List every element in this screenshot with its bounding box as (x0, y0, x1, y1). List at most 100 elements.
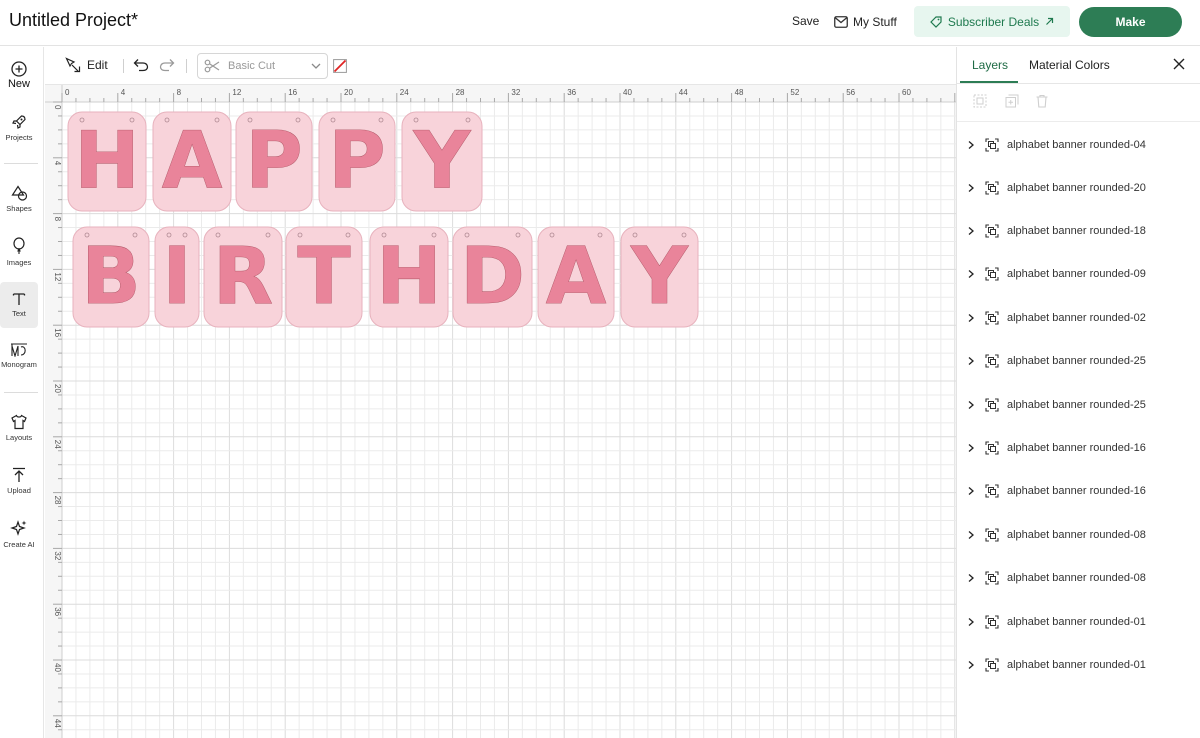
banner-letter[interactable]: I (154, 226, 200, 328)
tab-layers[interactable]: Layers (972, 58, 1008, 72)
sidebar-divider (4, 392, 38, 393)
ruler-label: 4 (121, 88, 126, 97)
sidebar-label-layouts: Layouts (5, 433, 33, 442)
banner-letter[interactable]: T (285, 226, 363, 328)
layer-name: alphabet banner rounded-16 (1007, 442, 1146, 454)
chevron-right-icon[interactable] (967, 140, 975, 150)
letter-glyph: I (162, 232, 191, 322)
letter-glyph: T (297, 232, 350, 322)
sidebar-label-shapes: Shapes (6, 204, 32, 213)
group-layers-icon[interactable] (973, 94, 987, 108)
layer-name: alphabet banner rounded-25 (1007, 399, 1146, 411)
ruler-label: 48 (735, 88, 744, 97)
envelope-icon (834, 16, 848, 28)
operation-select[interactable]: Basic Cut (197, 53, 328, 79)
chevron-right-icon[interactable] (967, 183, 975, 193)
tag-icon (929, 15, 942, 28)
tab-material-colors[interactable]: Material Colors (1029, 58, 1110, 72)
layer-row[interactable]: alphabet banner rounded-18 (957, 218, 1200, 244)
layer-row[interactable]: alphabet banner rounded-02 (957, 305, 1200, 331)
layer-name: alphabet banner rounded-08 (1007, 529, 1146, 541)
edit-button[interactable]: Edit (65, 57, 108, 73)
group-icon (985, 658, 999, 672)
sidebar-item-create-ai[interactable]: Create AI (0, 519, 38, 549)
my-stuff-button[interactable]: My Stuff (834, 12, 897, 32)
toolbar-separator (186, 59, 187, 73)
layer-row[interactable]: alphabet banner rounded-01 (957, 652, 1200, 678)
banner-letter[interactable]: Y (620, 226, 699, 328)
group-icon (985, 484, 999, 498)
undo-icon[interactable] (133, 58, 149, 72)
redo-icon[interactable] (159, 58, 175, 72)
chevron-right-icon[interactable] (967, 617, 975, 627)
sidebar-item-monogram[interactable]: Monogram (0, 343, 38, 369)
ruler-left (45, 85, 62, 738)
banner-letter[interactable]: A (152, 111, 232, 212)
layer-row[interactable]: alphabet banner rounded-09 (957, 261, 1200, 287)
chevron-right-icon[interactable] (967, 356, 975, 366)
ruler-label: 20 (53, 384, 62, 393)
sidebar-item-new[interactable]: New (0, 61, 38, 90)
layer-row[interactable]: alphabet banner rounded-20 (957, 175, 1200, 201)
ruler-label: 32 (53, 551, 62, 560)
layer-row[interactable]: alphabet banner rounded-04 (957, 132, 1200, 158)
layer-row[interactable]: alphabet banner rounded-08 (957, 522, 1200, 548)
letter-glyph: P (328, 117, 385, 207)
project-title[interactable]: Untitled Project* (9, 10, 138, 31)
chevron-right-icon[interactable] (967, 226, 975, 236)
close-icon[interactable] (1172, 57, 1186, 71)
sidebar-item-shapes[interactable]: Shapes (0, 185, 38, 213)
subscriber-deals-button[interactable]: Subscriber Deals (914, 6, 1070, 37)
chevron-right-icon[interactable] (967, 530, 975, 540)
layer-row[interactable]: alphabet banner rounded-25 (957, 392, 1200, 418)
material-color-swatch-icon[interactable] (333, 59, 347, 73)
ruler-label: 60 (902, 88, 911, 97)
sidebar-item-images[interactable]: Images (0, 237, 38, 267)
banner-letter[interactable]: H (369, 226, 449, 328)
layer-row[interactable]: alphabet banner rounded-08 (957, 565, 1200, 591)
group-icon (985, 138, 999, 152)
chevron-right-icon[interactable] (967, 660, 975, 670)
sidebar-label-projects: Projects (5, 133, 33, 142)
banner-letter[interactable]: B (72, 226, 150, 328)
make-button[interactable]: Make (1079, 7, 1182, 37)
chevron-right-icon[interactable] (967, 400, 975, 410)
duplicate-icon[interactable] (1005, 94, 1019, 108)
chevron-right-icon[interactable] (967, 269, 975, 279)
chevron-right-icon[interactable] (967, 573, 975, 583)
sidebar-item-layouts[interactable]: Layouts (0, 414, 38, 442)
layer-row[interactable]: alphabet banner rounded-25 (957, 348, 1200, 374)
sidebar-item-projects[interactable]: Projects (0, 114, 38, 142)
banner-letter[interactable]: R (203, 226, 283, 328)
text-icon (12, 293, 26, 305)
banner-letter[interactable]: P (318, 111, 396, 212)
ruler-label: 44 (53, 719, 62, 728)
layer-name: alphabet banner rounded-08 (1007, 572, 1146, 584)
chevron-right-icon[interactable] (967, 486, 975, 496)
banner-letter[interactable]: Y (401, 111, 483, 212)
group-icon (985, 267, 999, 281)
layer-row[interactable]: alphabet banner rounded-01 (957, 609, 1200, 635)
banner-letter[interactable]: H (67, 111, 147, 212)
layer-row[interactable]: alphabet banner rounded-16 (957, 478, 1200, 504)
layer-row[interactable]: alphabet banner rounded-16 (957, 435, 1200, 461)
group-icon (985, 181, 999, 195)
ruler-top (45, 85, 956, 102)
chevron-right-icon[interactable] (967, 313, 975, 323)
trash-icon[interactable] (1035, 94, 1049, 108)
arrow-up-right-icon (1046, 17, 1054, 25)
banner-letter[interactable]: P (235, 111, 313, 212)
banner-letter[interactable]: A (537, 226, 615, 328)
design-canvas[interactable]: 0 4 8 12 16 20 24 28 32 36 40 44 48 52 56 60 0 4 8 12 16 20 24… (45, 85, 956, 738)
save-button[interactable]: Save (792, 14, 819, 28)
sidebar-item-text[interactable]: Text (0, 282, 38, 328)
canvas-svg[interactable]: 0 4 8 12 16 20 24 28 32 36 40 44 48 52 56 6004812162024… (45, 85, 956, 738)
letter-glyph: R (213, 232, 273, 322)
app-header: Untitled Project* Save My Stuff Subscrib… (0, 0, 1200, 46)
banner-letter[interactable]: D (452, 226, 533, 328)
plus-circle-icon (11, 61, 27, 77)
ruler-label: 16 (288, 88, 297, 97)
sidebar-item-upload[interactable]: Upload (0, 467, 38, 495)
chevron-right-icon[interactable] (967, 443, 975, 453)
group-icon (985, 528, 999, 542)
